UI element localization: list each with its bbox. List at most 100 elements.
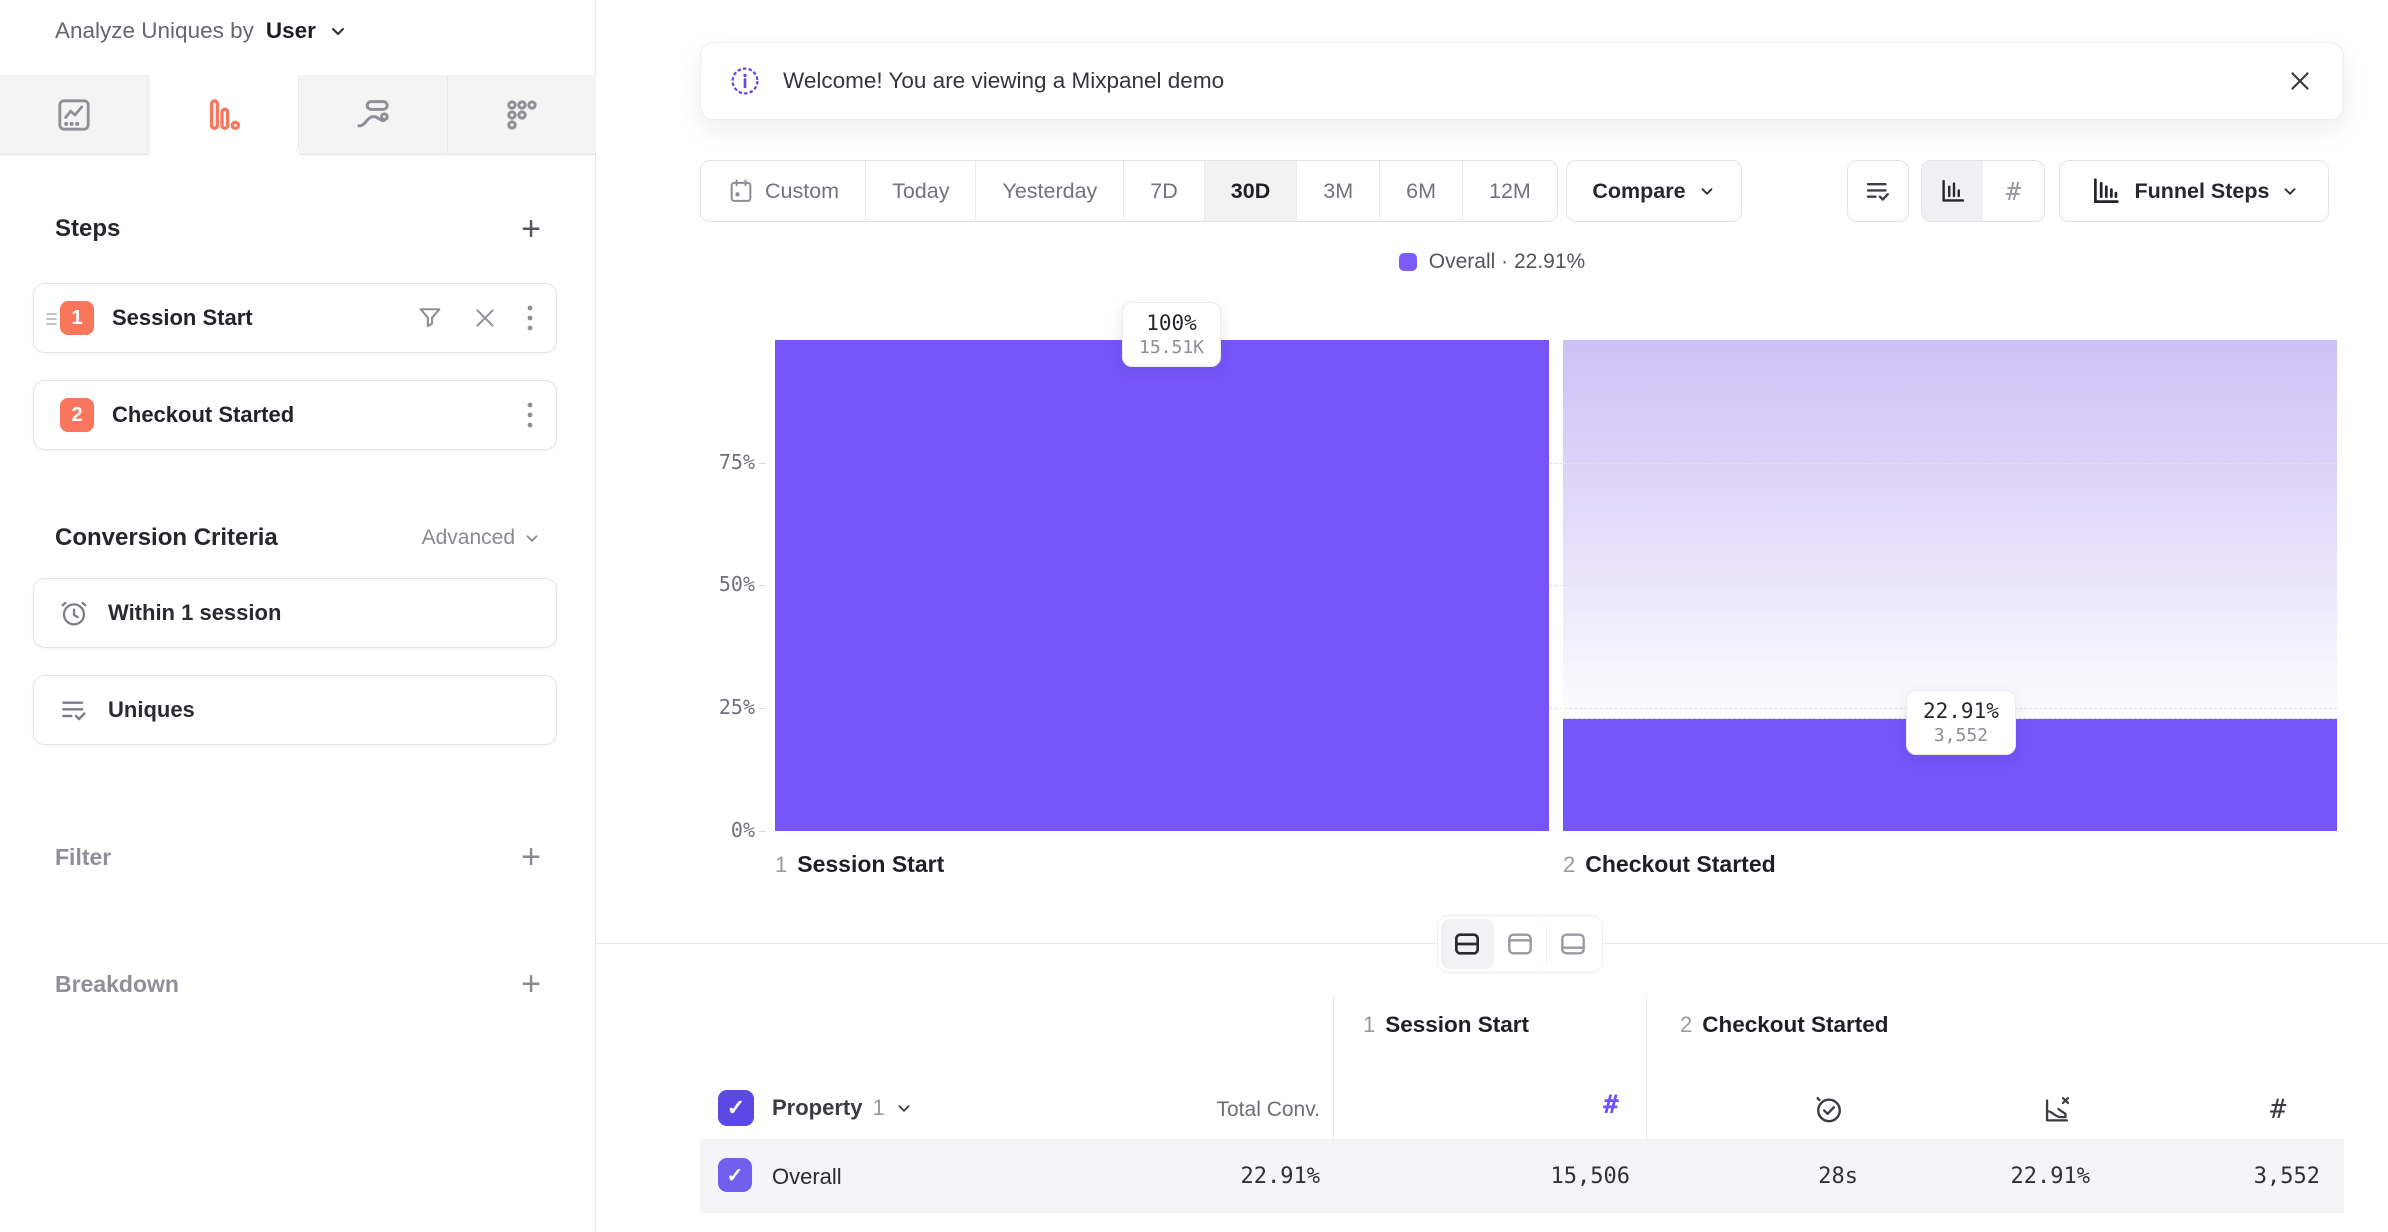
date-range-yesterday[interactable]: Yesterday [976, 161, 1124, 221]
date-range-6m[interactable]: 6M [1380, 161, 1463, 221]
report-type-tabs [0, 75, 596, 155]
y-axis-tick-mark [759, 585, 766, 586]
flows-icon [353, 95, 393, 135]
panel-layout-toggle [1437, 915, 1603, 973]
date-range-label: 7D [1150, 179, 1177, 204]
breakdown-section-header: Breakdown + [55, 967, 541, 1001]
analyze-entity-dropdown[interactable]: User [266, 18, 316, 44]
step-name: Checkout Started [1585, 851, 1775, 878]
property-number: 1 [872, 1095, 884, 1121]
funnel-dropoff-gradient [1563, 340, 2337, 719]
info-icon [729, 65, 761, 97]
date-range-label: Yesterday [1002, 179, 1097, 204]
steps-section-header: Steps + [55, 212, 541, 246]
kebab-menu-icon[interactable] [526, 400, 534, 430]
step-card-checkout-started[interactable]: 2 Checkout Started [33, 380, 557, 450]
funnel-bar-step1[interactable] [775, 340, 1549, 831]
kebab-menu-icon[interactable] [526, 303, 534, 333]
conversion-criteria-title: Conversion Criteria [55, 524, 278, 552]
compare-button[interactable]: Compare [1566, 160, 1742, 222]
steps-title: Steps [55, 215, 120, 243]
chart-type-label: Funnel Steps [2135, 179, 2270, 204]
date-range-label: 30D [1231, 179, 1270, 204]
alarm-clock-icon [58, 597, 90, 629]
bar-chart-icon [1938, 176, 1968, 206]
remove-step-icon[interactable] [472, 305, 498, 331]
step-number: 2 [1563, 852, 1575, 878]
date-range-12m[interactable]: 12M [1463, 161, 1557, 221]
counting-method-card[interactable]: Uniques [33, 675, 557, 745]
step-event-name[interactable]: Checkout Started [112, 402, 526, 428]
step-number-badge: 2 [60, 398, 94, 432]
y-axis-tick: 25% [685, 695, 755, 719]
add-filter-button[interactable]: + [521, 840, 541, 874]
add-step-button[interactable]: + [521, 212, 541, 246]
chevron-down-icon[interactable] [328, 21, 348, 41]
step-number-badge: 1 [60, 301, 94, 335]
date-range-picker: Custom Today Yesterday 7D 30D 3M 6M 12M [700, 160, 1558, 222]
tab-insights[interactable] [0, 75, 149, 155]
group-step-name: Checkout Started [1702, 1012, 1888, 1038]
y-axis-tick: 75% [685, 450, 755, 474]
count-metric-icon[interactable]: # [2270, 1094, 2286, 1125]
value-display-toggle: # [1921, 160, 2045, 222]
drag-handle-icon[interactable] [43, 308, 61, 330]
bar-value-label-step2: 22.91% 3,552 [1906, 690, 2016, 755]
tab-funnels[interactable] [149, 75, 298, 155]
cell-step2-conv-rate: 22.91% [1890, 1164, 2090, 1189]
funnels-icon [203, 95, 243, 135]
date-range-7d[interactable]: 7D [1124, 161, 1204, 221]
row-checkbox[interactable]: ✓ [718, 1158, 752, 1192]
analyze-by-label: Analyze Uniques by [55, 18, 254, 44]
tab-retention[interactable] [448, 75, 596, 155]
banner-message: Welcome! You are viewing a Mixpanel demo [783, 68, 2287, 94]
select-all-checkbox[interactable]: ✓ [718, 1090, 754, 1126]
retention-icon [502, 95, 542, 135]
date-range-label: 12M [1489, 179, 1531, 204]
add-breakdown-button[interactable]: + [521, 967, 541, 1001]
total-conv-column-header[interactable]: Total Conv. [1120, 1098, 1320, 1122]
conversion-criteria-header: Conversion Criteria Advanced [55, 524, 541, 552]
filter-icon[interactable] [416, 304, 444, 332]
bar-count: 15.51K [1139, 337, 1204, 358]
date-range-custom[interactable]: Custom [701, 161, 866, 221]
conversion-window-label[interactable]: Within 1 session [108, 600, 281, 626]
show-numbers-toggle[interactable]: # [1983, 161, 2044, 221]
table-only-view-icon[interactable] [1547, 919, 1599, 969]
tab-flows[interactable] [299, 75, 448, 155]
chart-type-selector[interactable]: Funnel Steps [2059, 160, 2329, 222]
date-range-today[interactable]: Today [866, 161, 976, 221]
mixpanel-funnel-report: Analyze Uniques by User [0, 0, 2388, 1232]
analyze-by-control: Analyze Uniques by User [55, 18, 348, 44]
bar-value-label-step1: 100% 15.51K [1122, 302, 1221, 367]
uniques-metric-button[interactable] [1847, 160, 1909, 222]
date-range-3m[interactable]: 3M [1297, 161, 1380, 221]
step-card-session-start[interactable]: 1 Session Start [33, 283, 557, 353]
date-range-30d[interactable]: 30D [1205, 161, 1297, 221]
split-view-icon[interactable] [1441, 919, 1494, 969]
calendar-icon [727, 177, 755, 205]
date-range-label: 3M [1323, 179, 1353, 204]
conversion-window-card[interactable]: Within 1 session [33, 578, 557, 648]
y-axis-tick: 50% [685, 572, 755, 596]
conv-rate-metric-icon[interactable] [2040, 1092, 2074, 1126]
cell-step1-count: 15,506 [1430, 1164, 1630, 1189]
property-selector[interactable]: Property 1 [772, 1095, 913, 1121]
bar-percent: 22.91% [1923, 699, 1999, 723]
legend-label: Overall · 22.91% [1429, 250, 1585, 274]
compare-label: Compare [1592, 179, 1685, 204]
avg-time-metric-icon[interactable] [1812, 1092, 1846, 1126]
advanced-dropdown[interactable]: Advanced [422, 526, 541, 550]
x-axis-label-step2: 2 Checkout Started [1563, 851, 1776, 878]
query-builder-sidebar: Analyze Uniques by User [0, 0, 596, 1232]
step1-count-metric-icon[interactable]: # [1586, 1090, 1636, 1120]
show-percent-chart-toggle[interactable] [1922, 161, 1983, 221]
y-axis-tick-mark [759, 831, 766, 832]
advanced-label: Advanced [422, 526, 515, 550]
chart-only-view-icon[interactable] [1494, 919, 1547, 969]
breakdown-title: Breakdown [55, 971, 179, 998]
welcome-banner: Welcome! You are viewing a Mixpanel demo [700, 42, 2344, 120]
counting-method-label[interactable]: Uniques [108, 697, 195, 723]
step-event-name[interactable]: Session Start [112, 305, 416, 331]
close-banner-icon[interactable] [2287, 68, 2313, 94]
